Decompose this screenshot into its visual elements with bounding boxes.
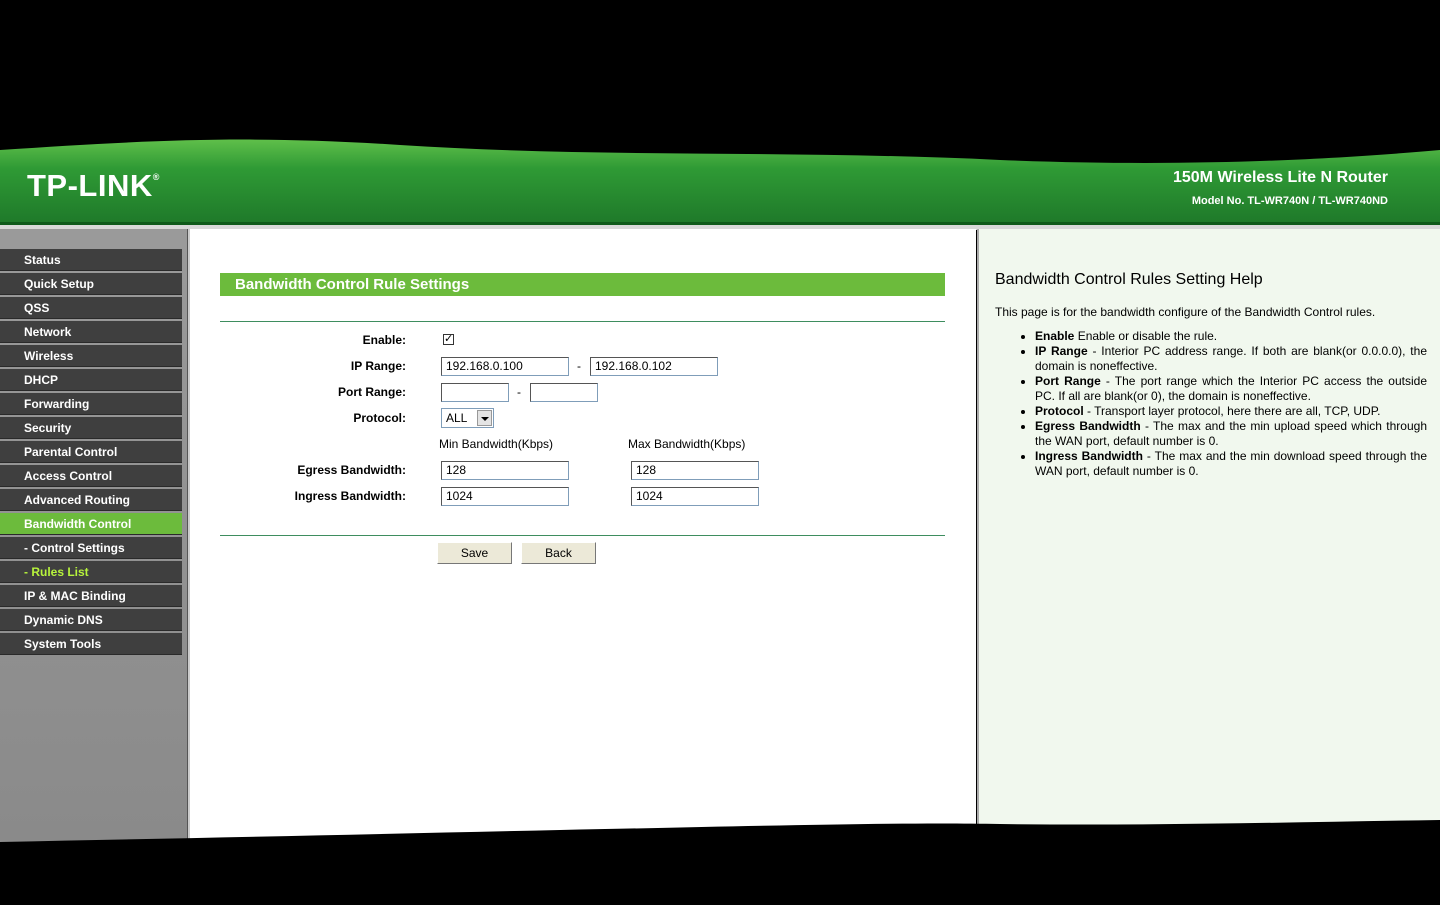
egress-max-input[interactable]: 128 — [631, 461, 759, 480]
sidebar-item-dynamic-dns[interactable]: Dynamic DNS — [0, 609, 182, 631]
sidebar-item-advanced-routing[interactable]: Advanced Routing — [0, 489, 182, 511]
chevron-down-icon[interactable] — [477, 410, 492, 426]
sidebar-item-qss[interactable]: QSS — [0, 297, 182, 319]
egress-bandwidth-label: Egress Bandwidth: — [297, 463, 406, 477]
sidebar-item-wireless[interactable]: Wireless — [0, 345, 182, 367]
sidebar-item-system-tools[interactable]: System Tools — [0, 633, 182, 655]
sidebar-subitem-rules-list[interactable]: - Rules List — [0, 561, 182, 583]
check-icon: ✓ — [444, 333, 454, 345]
ip-range-separator: - — [577, 359, 581, 373]
page-title: Bandwidth Control Rule Settings — [220, 273, 945, 296]
sidebar-item-bandwidth-control[interactable]: Bandwidth Control — [0, 513, 182, 535]
port-range-label: Port Range: — [337, 385, 406, 399]
help-item-protocol: Protocol - Transport layer protocol, her… — [1035, 404, 1427, 419]
main-content: Bandwidth Control Rule Settings Enable: … — [188, 229, 976, 842]
ingress-min-input[interactable]: 1024 — [441, 487, 569, 506]
protocol-label: Protocol: — [353, 411, 406, 425]
sidebar-item-dhcp[interactable]: DHCP — [0, 369, 182, 391]
sidebar-item-ip-mac-binding[interactable]: IP & MAC Binding — [0, 585, 182, 607]
help-title: Bandwidth Control Rules Setting Help — [995, 271, 1263, 288]
enable-label: Enable: — [362, 333, 406, 347]
help-panel: Bandwidth Control Rules Setting Help Thi… — [977, 229, 1440, 825]
help-intro: This page is for the bandwidth configure… — [995, 305, 1376, 319]
torn-edge-graphic — [0, 820, 1440, 900]
product-name: 150M Wireless Lite N Router — [1172, 169, 1388, 186]
ingress-bandwidth-label: Ingress Bandwidth: — [294, 489, 406, 503]
port-range-separator: - — [517, 385, 521, 399]
protocol-select[interactable]: ALL — [441, 408, 494, 428]
divider-top — [220, 321, 945, 322]
ip-end-input[interactable]: 192.168.0.102 — [590, 357, 718, 376]
help-item-ingress: Ingress Bandwidth - The max and the min … — [1035, 449, 1427, 479]
sidebar-item-parental-control[interactable]: Parental Control — [0, 441, 182, 463]
protocol-value: ALL — [446, 411, 468, 425]
help-list: Enable Enable or disable the rule. IP Ra… — [995, 329, 1427, 479]
ip-range-label: IP Range: — [350, 359, 406, 373]
save-button[interactable]: Save — [437, 542, 512, 564]
tplink-logo: TP-LINK® — [27, 168, 160, 203]
max-bandwidth-header: Max Bandwidth(Kbps) — [628, 437, 746, 451]
help-item-port-range: Port Range - The port range which the In… — [1035, 374, 1427, 404]
sidebar-item-quick-setup[interactable]: Quick Setup — [0, 273, 182, 295]
sidebar-item-security[interactable]: Security — [0, 417, 182, 439]
help-item-enable: Enable Enable or disable the rule. — [1035, 329, 1427, 344]
port-end-input[interactable] — [530, 383, 598, 402]
enable-checkbox[interactable]: ✓ — [443, 334, 454, 345]
sidebar-subitem-control-settings[interactable]: - Control Settings — [0, 537, 182, 559]
ingress-max-input[interactable]: 1024 — [631, 487, 759, 506]
help-item-ip-range: IP Range - Interior PC address range. If… — [1035, 344, 1427, 374]
sidebar-item-network[interactable]: Network — [0, 321, 182, 343]
ip-start-input[interactable]: 192.168.0.100 — [441, 357, 569, 376]
sidebar-item-forwarding[interactable]: Forwarding — [0, 393, 182, 415]
header-banner: TP-LINK® 150M Wireless Lite N Router Mod… — [0, 0, 1440, 230]
divider-bottom — [220, 535, 945, 536]
sidebar: Status Quick Setup QSS Network Wireless … — [0, 229, 188, 842]
product-info: 150M Wireless Lite N Router Model No. TL… — [1173, 169, 1388, 207]
port-start-input[interactable] — [441, 383, 509, 402]
help-item-egress: Egress Bandwidth - The max and the min u… — [1035, 419, 1427, 449]
back-button[interactable]: Back — [521, 542, 596, 564]
sidebar-item-access-control[interactable]: Access Control — [0, 465, 182, 487]
sidebar-menu: Status Quick Setup QSS Network Wireless … — [0, 249, 182, 657]
sidebar-item-status[interactable]: Status — [0, 249, 182, 271]
min-bandwidth-header: Min Bandwidth(Kbps) — [439, 437, 554, 451]
product-model: Model No. TL-WR740N / TL-WR740ND — [1191, 195, 1388, 207]
egress-min-input[interactable]: 128 — [441, 461, 569, 480]
